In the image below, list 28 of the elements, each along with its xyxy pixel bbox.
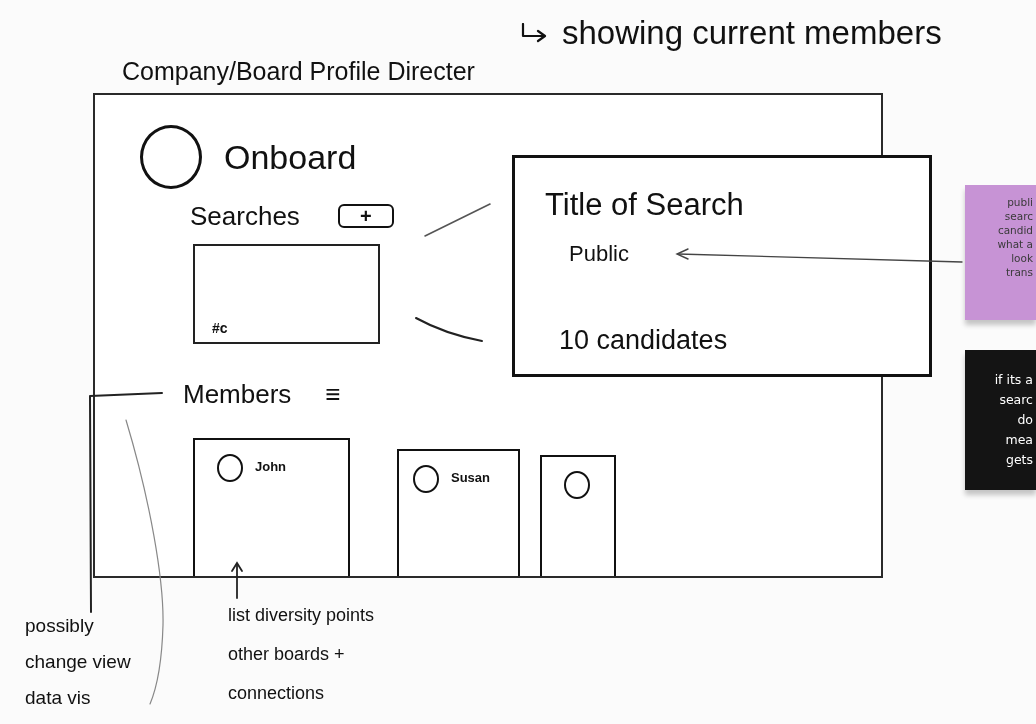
- member-card[interactable]: Susan: [397, 449, 520, 576]
- add-search-button[interactable]: +: [337, 204, 394, 228]
- member-card[interactable]: John: [193, 438, 350, 576]
- menu-button[interactable]: ≡: [325, 379, 341, 409]
- annotation-text: list diversity points other boards + connections: [228, 604, 375, 705]
- member-name: Susan: [451, 469, 490, 487]
- search-title: Title of Search: [545, 186, 744, 224]
- avatar-icon: [413, 465, 439, 493]
- section-heading: Members: [183, 379, 292, 409]
- search-tag: #c: [212, 320, 228, 336]
- note-text: if its a searc do mea gets: [993, 371, 1033, 469]
- member-name: John: [255, 458, 287, 476]
- page-title: Company/Board Profile Directer: [122, 56, 475, 86]
- avatar-icon: [217, 454, 243, 482]
- note-text: publi searc candid what a look trans: [996, 195, 1033, 279]
- search-visibility: Public: [569, 240, 629, 268]
- section-heading: Searches: [190, 201, 300, 231]
- candidate-count: 10 candidates: [559, 324, 728, 356]
- connector-line: [424, 203, 491, 237]
- annotation-text: showing current members: [562, 14, 942, 52]
- hook-arrow-icon: [520, 23, 548, 43]
- brand-name: Onboard: [224, 137, 357, 177]
- search-card[interactable]: #c: [193, 244, 380, 344]
- avatar-icon: [564, 471, 590, 499]
- circle-logo-icon: [140, 125, 202, 189]
- annotation-text: possibly change view data vis: [25, 614, 132, 710]
- connector-line: [415, 317, 483, 342]
- member-card[interactable]: [540, 455, 616, 576]
